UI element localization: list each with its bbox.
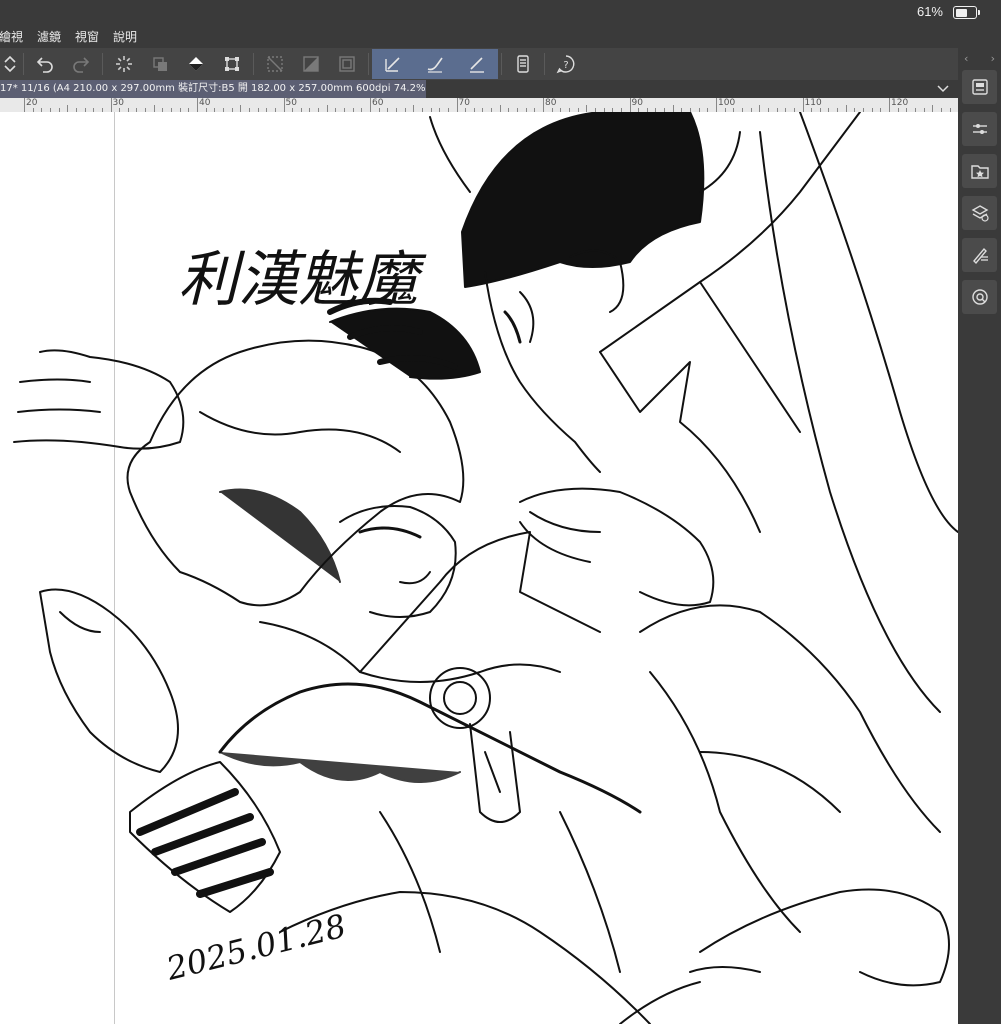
document-tab-bar: 17* 11/16 (A4 210.00 x 297.00mm 裝訂尺寸:B5 …	[0, 80, 958, 98]
ruler-minor-tick	[845, 105, 847, 112]
menu-window[interactable]: 視窗	[68, 28, 106, 45]
clear-selection-icon[interactable]	[257, 49, 293, 79]
selection-border-icon[interactable]	[329, 49, 365, 79]
command-bar: ?	[0, 48, 958, 80]
vector-correct-icon[interactable]	[372, 49, 414, 79]
material-icon[interactable]	[962, 154, 997, 188]
ruler-minor-tick	[326, 105, 328, 112]
ruler-label: 30	[112, 98, 124, 108]
transform-handles-icon[interactable]	[214, 49, 250, 79]
artwork-date-signature: 2025.01.28	[162, 907, 350, 988]
ruler-major-tick	[543, 98, 544, 112]
ruler-label: 60	[372, 98, 384, 108]
help-icon[interactable]: ?	[548, 49, 584, 79]
ruler-major-tick	[716, 98, 717, 112]
redo-icon[interactable]	[63, 49, 99, 79]
fill-icon[interactable]	[178, 49, 214, 79]
transform-icon[interactable]	[142, 49, 178, 79]
stroke-stabilize-icon[interactable]	[414, 49, 456, 79]
layer-properties-icon[interactable]	[962, 196, 997, 230]
ruler-minor-tick	[67, 105, 69, 112]
menu-bar: 繪視 濾鏡 視窗 說明	[0, 24, 958, 48]
ruler-major-tick	[283, 98, 285, 112]
subview-icon[interactable]	[962, 238, 997, 272]
ruler-minor-tick	[413, 105, 415, 112]
navigator-icon[interactable]	[962, 280, 997, 314]
undo-icon[interactable]	[27, 49, 63, 79]
ruler-label: 20	[26, 98, 38, 108]
ruler-label: 80	[545, 98, 557, 108]
menu-help[interactable]: 說明	[106, 28, 144, 45]
ruler-minor-tick	[153, 105, 155, 112]
ruler-major-tick	[197, 98, 198, 112]
chevron-left-icon[interactable]: ‹	[964, 52, 968, 65]
ruler-minor-tick	[759, 105, 761, 112]
battery-fill	[955, 8, 968, 17]
ruler-major-tick	[110, 98, 112, 112]
ruler-minor-tick	[672, 105, 674, 112]
ruler-label: 50	[285, 98, 297, 108]
horizontal-ruler: 20 30 40 50 60 70 80 90 100 110 120	[0, 98, 958, 113]
tool-property-icon[interactable]	[962, 112, 997, 146]
ruler-label: 70	[458, 98, 470, 108]
loading-icon[interactable]	[106, 49, 142, 79]
ruler-minor-tick	[499, 105, 501, 112]
ruler-label: 100	[718, 98, 736, 108]
ruler-minor-tick	[240, 105, 242, 112]
ruler-minor-tick	[586, 105, 588, 112]
device-icon[interactable]	[505, 49, 541, 79]
drawing-canvas[interactable]: 利漢魅魔 2025.01.28	[0, 112, 958, 1024]
ruler-label: 90	[631, 98, 643, 108]
ruler-major-tick	[456, 98, 458, 112]
layer-panel-icon[interactable]	[962, 70, 997, 104]
ruler-label: 120	[891, 98, 909, 108]
selection-fill-icon[interactable]	[293, 49, 329, 79]
right-side-panel: ‹ ›	[958, 48, 1001, 1024]
battery-icon	[953, 6, 980, 19]
status-bar: 61%	[0, 0, 1001, 24]
artwork-title-calligraphy: 利漢魅魔	[178, 245, 427, 315]
pen-pressure-icon[interactable]	[456, 49, 498, 79]
ruler-major-tick	[629, 98, 631, 112]
ruler-major-tick	[370, 98, 371, 112]
ruler-major-tick	[889, 98, 890, 112]
ruler-minor-tick	[932, 105, 934, 112]
ruler-label: 110	[804, 98, 822, 108]
menu-filter[interactable]: 濾鏡	[30, 28, 68, 45]
chevron-down-icon[interactable]	[936, 82, 950, 96]
ruler-major-tick	[24, 98, 25, 112]
chevron-right-icon[interactable]: ›	[991, 52, 995, 65]
ruler-major-tick	[802, 98, 804, 112]
menu-view[interactable]: 繪視	[0, 28, 30, 45]
battery-percent: 61%	[916, 4, 943, 19]
artwork-illustration: 利漢魅魔 2025.01.28	[13, 112, 958, 1024]
document-tab[interactable]: 17* 11/16 (A4 210.00 x 297.00mm 裝訂尺寸:B5 …	[0, 80, 426, 98]
svg-text:?: ?	[563, 60, 568, 71]
ruler-label: 40	[199, 98, 211, 108]
chevron-updown-icon[interactable]	[0, 49, 20, 79]
